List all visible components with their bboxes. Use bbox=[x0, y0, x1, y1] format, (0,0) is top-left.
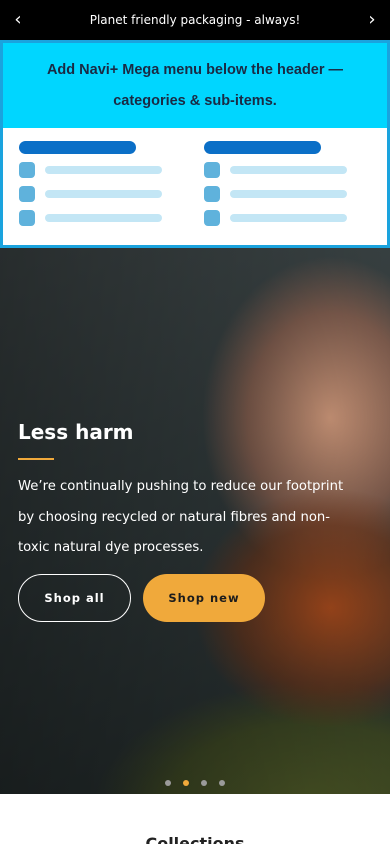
hero-body-text: We’re continually pushing to reduce our … bbox=[18, 479, 344, 555]
sub-item-line bbox=[230, 166, 347, 174]
sub-item-placeholder bbox=[204, 210, 364, 226]
sub-item-placeholder bbox=[19, 186, 179, 202]
sub-item-line bbox=[45, 214, 162, 222]
mega-menu-banner-text: Add Navi+ Mega menu below the header — c… bbox=[46, 61, 344, 109]
mega-menu-banner: Add Navi+ Mega menu below the header — c… bbox=[3, 43, 387, 128]
category-heading-placeholder bbox=[204, 141, 321, 154]
sub-item-placeholder bbox=[19, 210, 179, 226]
sub-item-placeholder bbox=[204, 186, 364, 202]
shop-all-button[interactable]: Shop all bbox=[18, 574, 131, 622]
sub-item-line bbox=[45, 166, 162, 174]
announcement-text: Planet friendly packaging - always! bbox=[89, 13, 301, 27]
slide-pagination bbox=[0, 780, 390, 786]
sub-item-placeholder bbox=[19, 162, 179, 178]
sub-item-icon bbox=[204, 210, 220, 226]
sub-item-icon bbox=[204, 186, 220, 202]
chevron-left-icon[interactable]: ‹ bbox=[8, 9, 28, 31]
sub-item-line bbox=[230, 190, 347, 198]
hero-title: Less harm bbox=[18, 420, 134, 444]
slide-dot[interactable] bbox=[219, 780, 225, 786]
shop-new-button[interactable]: Shop new bbox=[143, 574, 265, 622]
sub-item-placeholder bbox=[204, 162, 364, 178]
sub-item-icon bbox=[19, 162, 35, 178]
slide-dot-active[interactable] bbox=[183, 780, 189, 786]
mega-menu-placeholder: Add Navi+ Mega menu below the header — c… bbox=[0, 40, 390, 248]
hero-slideshow: Less harm We’re continually pushing to r… bbox=[0, 248, 390, 794]
announcement-bar: ‹ Planet friendly packaging - always! › bbox=[0, 0, 390, 40]
chevron-right-icon[interactable]: › bbox=[362, 9, 382, 31]
mega-menu-preview bbox=[3, 128, 387, 248]
sub-item-icon bbox=[19, 186, 35, 202]
sub-item-icon bbox=[19, 210, 35, 226]
slide-dot[interactable] bbox=[201, 780, 207, 786]
hero-title-underline bbox=[18, 458, 54, 460]
mega-menu-column bbox=[19, 141, 179, 226]
mega-menu-column bbox=[204, 141, 364, 226]
category-heading-placeholder bbox=[19, 141, 136, 154]
section-title: Collections bbox=[145, 834, 245, 844]
sub-item-line bbox=[45, 190, 162, 198]
sub-item-line bbox=[230, 214, 347, 222]
sub-item-icon bbox=[204, 162, 220, 178]
slide-dot[interactable] bbox=[165, 780, 171, 786]
